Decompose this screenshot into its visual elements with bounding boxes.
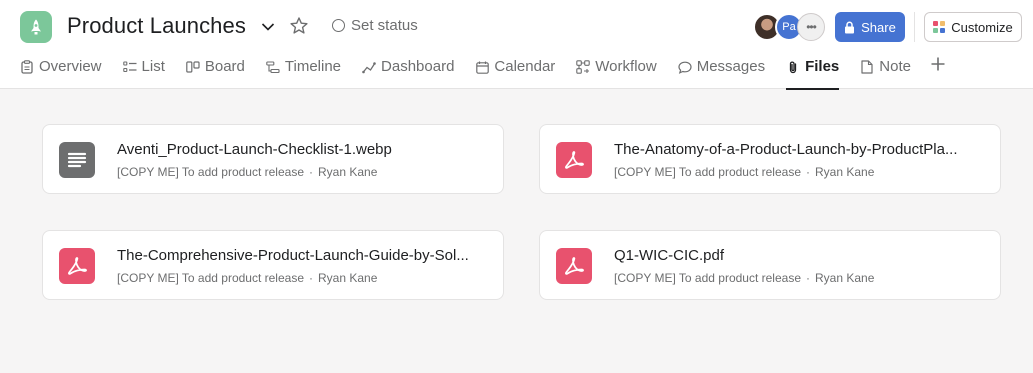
tab-label: Overview — [39, 58, 102, 75]
set-status-button[interactable]: Set status — [332, 17, 418, 34]
tab-overview[interactable]: Overview — [20, 56, 102, 89]
tab-workflow[interactable]: Workflow — [576, 56, 657, 89]
tab-label: Files — [805, 58, 840, 75]
timeline-icon — [266, 60, 280, 74]
paperclip-icon — [786, 60, 800, 74]
page-title[interactable]: Product Launches — [67, 13, 246, 39]
file-name: The-Anatomy-of-a-Product-Launch-by-Produ… — [614, 141, 958, 158]
status-circle-icon — [332, 19, 345, 32]
tab-label: Dashboard — [381, 58, 455, 75]
file-author: Ryan Kane — [815, 271, 875, 285]
message-icon — [678, 60, 692, 74]
tab-calendar[interactable]: Calendar — [475, 56, 555, 89]
file-card[interactable]: The-Anatomy-of-a-Product-Launch-by-Produ… — [539, 124, 1001, 194]
set-status-label: Set status — [351, 17, 418, 34]
tab-list[interactable]: List — [122, 56, 165, 89]
file-card[interactable]: Aventi_Product-Launch-Checklist-1.webp [… — [42, 124, 504, 194]
tab-label: Board — [204, 58, 245, 75]
divider — [914, 12, 915, 42]
lock-icon — [845, 21, 855, 33]
file-author: Ryan Kane — [318, 271, 378, 285]
pdf-icon — [556, 248, 592, 284]
file-meta: [COPY ME] To add product release · Ryan Ka… — [614, 165, 874, 179]
tab-board[interactable]: Board — [186, 56, 245, 89]
tab-label: Workflow — [595, 58, 657, 75]
customize-button[interactable]: Customize — [924, 12, 1022, 42]
separator: · — [309, 271, 313, 285]
tab-label: Timeline — [284, 58, 342, 75]
file-card[interactable]: Q1-WIC-CIC.pdf [COPY ME] To add product … — [539, 230, 1001, 300]
file-task[interactable]: [COPY ME] To add product release — [117, 271, 304, 285]
tab-label: Calendar — [494, 58, 556, 75]
file-card[interactable]: The-Comprehensive-Product-Launch-Guide-b… — [42, 230, 504, 300]
tab-label: Messages — [696, 58, 766, 75]
chevron-down-icon[interactable] — [258, 18, 278, 36]
add-tab-button[interactable] — [930, 56, 946, 74]
file-meta: [COPY ME] To add product release · Ryan Ka… — [117, 165, 377, 179]
tab-files[interactable]: Files — [786, 56, 840, 90]
file-author: Ryan Kane — [318, 165, 378, 179]
workflow-icon — [576, 60, 591, 74]
separator: · — [806, 165, 810, 179]
file-meta: [COPY ME] To add product release · Ryan Ka… — [117, 271, 377, 285]
calendar-icon — [475, 60, 489, 74]
clipboard-icon — [20, 60, 34, 74]
star-icon[interactable] — [288, 15, 310, 37]
file-meta: [COPY ME] To add product release · Ryan Ka… — [614, 271, 874, 285]
file-author: Ryan Kane — [815, 165, 875, 179]
document-icon — [59, 142, 95, 178]
separator: · — [309, 165, 313, 179]
file-task[interactable]: [COPY ME] To add product release — [117, 165, 304, 179]
rocket-icon — [31, 19, 41, 35]
customize-grid-icon — [933, 21, 946, 33]
customize-label: Customize — [951, 19, 1013, 35]
dashboard-icon — [362, 60, 376, 74]
list-icon — [122, 60, 137, 74]
file-name: The-Comprehensive-Product-Launch-Guide-b… — [117, 247, 469, 264]
board-icon — [186, 60, 200, 74]
pdf-icon — [556, 142, 592, 178]
file-task[interactable]: [COPY ME] To add product release — [614, 165, 801, 179]
project-header: Product Launches Set status Pa ••• Share… — [0, 0, 1033, 90]
file-name: Q1-WIC-CIC.pdf — [614, 247, 725, 264]
tab-label: List — [141, 58, 165, 75]
share-label: Share — [861, 19, 896, 35]
share-button[interactable]: Share — [835, 12, 905, 42]
separator: · — [806, 271, 810, 285]
tab-note[interactable]: Note — [860, 56, 911, 89]
note-icon — [860, 60, 874, 74]
file-task[interactable]: [COPY ME] To add product release — [614, 271, 801, 285]
tab-dashboard[interactable]: Dashboard — [362, 56, 454, 89]
project-icon[interactable] — [20, 11, 52, 43]
plus-icon — [931, 57, 945, 71]
tab-messages[interactable]: Messages — [678, 56, 765, 89]
tab-timeline[interactable]: Timeline — [266, 56, 341, 89]
pdf-icon — [59, 248, 95, 284]
tab-label: Note — [879, 58, 911, 75]
file-name: Aventi_Product-Launch-Checklist-1.webp — [117, 141, 392, 158]
more-members-button[interactable]: ••• — [797, 13, 825, 41]
project-tabs: Overview List Board Timeline Dashboard C… — [20, 56, 946, 90]
